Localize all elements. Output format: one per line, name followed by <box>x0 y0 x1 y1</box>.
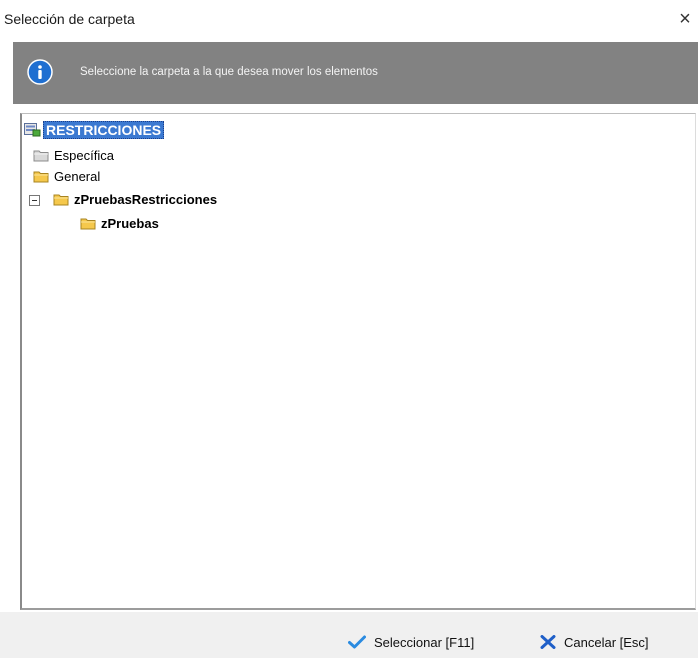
tree-item-label: General <box>54 168 101 184</box>
tree-root[interactable]: RESTRICCIONES <box>24 121 165 139</box>
title-bar: Selección de carpeta × <box>0 0 698 40</box>
select-button[interactable]: Seleccionar [F11] <box>348 627 474 657</box>
banner-message: Seleccione la carpeta a la que desea mov… <box>80 66 378 78</box>
cancel-button[interactable]: Cancelar [Esc] <box>540 627 649 657</box>
checkmark-icon <box>348 635 366 649</box>
folder-icon <box>53 194 69 205</box>
database-icon <box>24 123 41 137</box>
x-icon <box>540 635 556 649</box>
tree-item-label: zPruebasRestricciones <box>74 191 218 207</box>
select-button-label: Seleccionar [F11] <box>374 634 475 650</box>
folder-tree[interactable] <box>20 113 696 610</box>
tree-item-label: Específica <box>54 147 114 163</box>
collapse-toggle[interactable] <box>29 195 40 206</box>
tree-item-label: zPruebas <box>101 215 159 231</box>
tree-item-especifica[interactable]: Específica <box>33 146 114 164</box>
folder-icon <box>80 218 96 229</box>
tree-root-label: RESTRICCIONES <box>43 121 165 139</box>
tree-item-general[interactable]: General <box>33 167 100 185</box>
info-icon <box>27 59 53 85</box>
folder-icon <box>33 171 49 182</box>
tree-item-zpruebasrestricciones[interactable]: zPruebasRestricciones <box>53 190 217 208</box>
folder-icon <box>33 150 49 161</box>
window-title: Selección de carpeta <box>4 11 135 27</box>
close-button[interactable]: × <box>672 4 698 34</box>
tree-item-zpruebas[interactable]: zPruebas <box>80 214 159 232</box>
cancel-button-label: Cancelar [Esc] <box>564 634 649 650</box>
